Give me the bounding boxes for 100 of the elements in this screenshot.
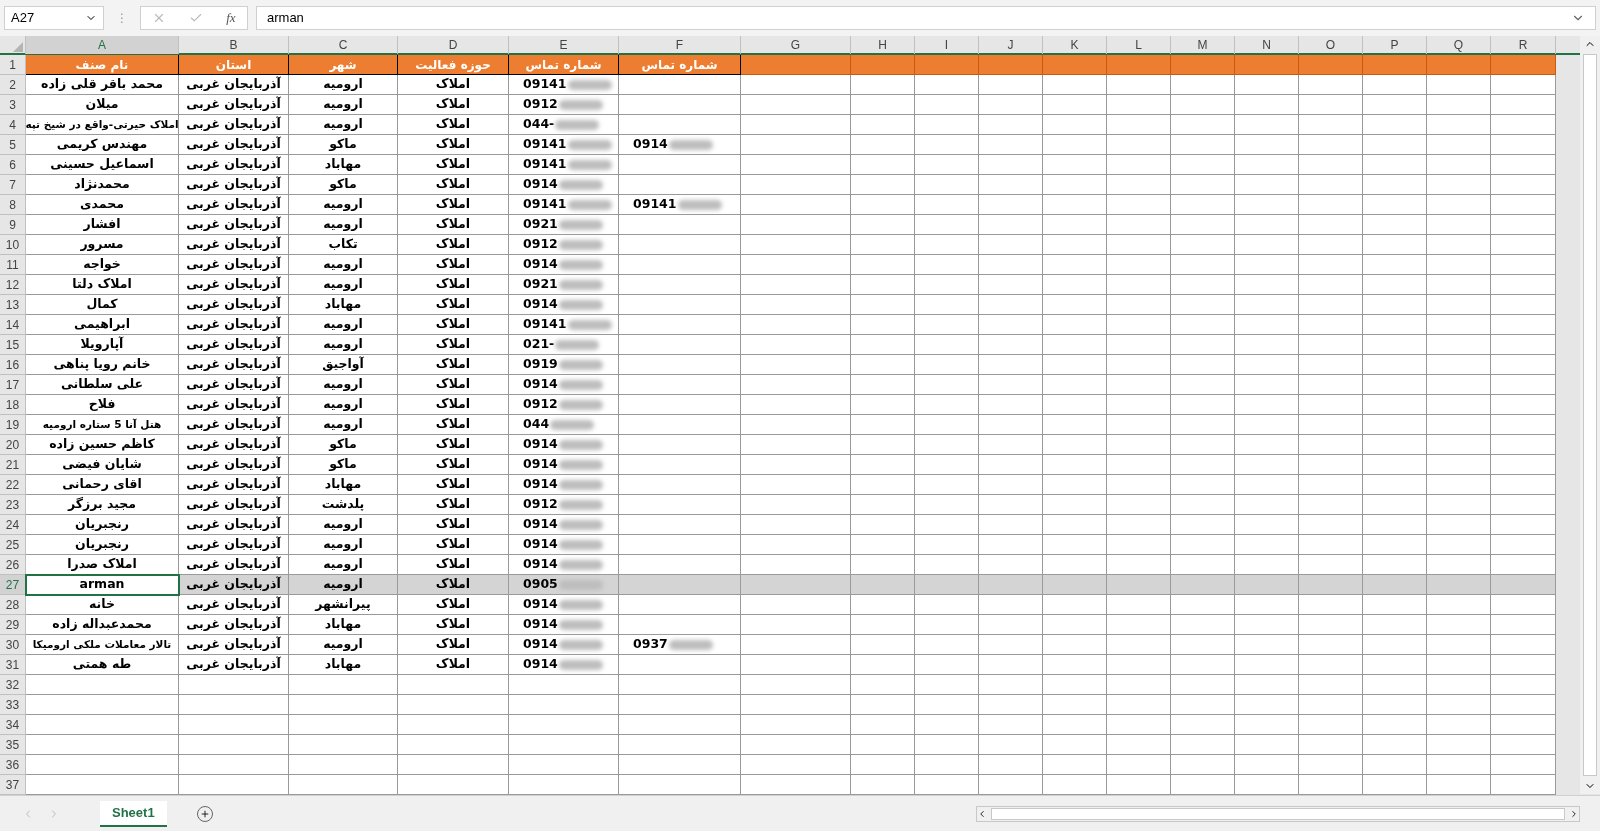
row-header[interactable]: 32: [0, 675, 26, 695]
table-cell: آذربایجان غربی: [186, 198, 281, 211]
table-cell: ارومیه: [323, 638, 363, 651]
row-header[interactable]: 3: [0, 95, 26, 115]
row-header[interactable]: 12: [0, 275, 26, 295]
table-cell: املاک: [435, 498, 471, 511]
row-header[interactable]: 18: [0, 395, 26, 415]
row-header[interactable]: 2: [0, 75, 26, 95]
horizontal-scrollbar[interactable]: [976, 805, 1580, 822]
column-header[interactable]: Q: [1427, 36, 1491, 54]
table-cell: آذربایجان غربی: [186, 278, 281, 291]
column-header[interactable]: D: [398, 36, 509, 54]
scroll-left-icon[interactable]: [977, 808, 987, 819]
column-header[interactable]: N: [1235, 36, 1299, 54]
row-header[interactable]: 22: [0, 475, 26, 495]
table-cell: املاک: [435, 418, 471, 431]
row-header[interactable]: 11: [0, 255, 26, 275]
row-header[interactable]: 10: [0, 235, 26, 255]
formula-field[interactable]: arman: [256, 6, 1596, 30]
column-header[interactable]: I: [915, 36, 979, 54]
row-header[interactable]: 24: [0, 515, 26, 535]
table-cell: مهاباد: [324, 658, 362, 671]
redacted-digits: [558, 239, 603, 250]
column-header[interactable]: K: [1043, 36, 1107, 54]
column-header[interactable]: P: [1363, 36, 1427, 54]
table-cell: محمدنژاد: [74, 178, 130, 191]
table-cell: 0914: [523, 518, 558, 531]
column-header[interactable]: L: [1107, 36, 1171, 54]
table-cell: آذربایجان غربی: [186, 258, 281, 271]
scroll-right-icon[interactable]: [1569, 808, 1579, 819]
redacted-digits: [567, 79, 612, 90]
check-icon[interactable]: [189, 11, 204, 25]
table-cell: آذربایجان غربی: [186, 658, 281, 671]
table-cell: 09141: [523, 158, 567, 171]
column-header[interactable]: B: [179, 36, 289, 54]
table-cell: آذربایجان غربی: [186, 398, 281, 411]
column-header[interactable]: A: [26, 36, 179, 54]
row-header[interactable]: 27: [0, 575, 26, 595]
row-header[interactable]: 28: [0, 595, 26, 615]
table-cell: آذربایجان غربی: [186, 558, 281, 571]
function-button[interactable]: fx: [226, 8, 236, 28]
column-header[interactable]: O: [1299, 36, 1363, 54]
row-header[interactable]: 16: [0, 355, 26, 375]
column-header[interactable]: F: [619, 36, 741, 54]
row-header[interactable]: 31: [0, 655, 26, 675]
sheet-tab[interactable]: Sheet1: [100, 800, 167, 827]
row-header[interactable]: 26: [0, 555, 26, 575]
row-header[interactable]: 35: [0, 735, 26, 755]
table-cell: محمدی: [80, 198, 124, 211]
table-cell: املاک: [435, 518, 471, 531]
row-header[interactable]: 13: [0, 295, 26, 315]
row-header[interactable]: 7: [0, 175, 26, 195]
row-header[interactable]: 30: [0, 635, 26, 655]
row-header[interactable]: 21: [0, 455, 26, 475]
row-header[interactable]: 37: [0, 775, 26, 795]
row-header[interactable]: 14: [0, 315, 26, 335]
column-header[interactable]: J: [979, 36, 1043, 54]
vertical-scrollbar[interactable]: [1580, 36, 1600, 794]
row-header[interactable]: 17: [0, 375, 26, 395]
column-header[interactable]: E: [509, 36, 619, 54]
row-header[interactable]: 20: [0, 435, 26, 455]
row-header[interactable]: 29: [0, 615, 26, 635]
table-cell: املاک: [435, 78, 471, 91]
row-header[interactable]: 23: [0, 495, 26, 515]
row-header[interactable]: 25: [0, 535, 26, 555]
row-header[interactable]: 5: [0, 135, 26, 155]
column-header[interactable]: R: [1491, 36, 1556, 54]
table-cell: اسماعیل حسینی: [50, 158, 154, 171]
column-header[interactable]: M: [1171, 36, 1235, 54]
row-header[interactable]: 34: [0, 715, 26, 735]
redacted-digits: [558, 399, 603, 410]
row-header[interactable]: 36: [0, 755, 26, 775]
redacted-digits: [668, 139, 713, 150]
table-cell: 0912: [523, 398, 558, 411]
table-cell: 0914: [523, 478, 558, 491]
table-cell: آذربایجان غربی: [186, 538, 281, 551]
redacted-digits: [558, 599, 603, 610]
table-cell: آذربایجان غربی: [186, 598, 281, 611]
column-header[interactable]: H: [851, 36, 915, 54]
row-header[interactable]: 15: [0, 335, 26, 355]
row-header[interactable]: 33: [0, 695, 26, 715]
redacted-digits: [558, 219, 603, 230]
row-header[interactable]: 1: [0, 55, 26, 75]
table-cell: ارومیه: [323, 98, 363, 111]
row-header[interactable]: 9: [0, 215, 26, 235]
redacted-digits: [677, 199, 722, 210]
table-cell: آذربایجان غربی: [186, 418, 281, 431]
row-header[interactable]: 4: [0, 115, 26, 135]
name-box[interactable]: A27: [4, 6, 104, 30]
table-cell: arman: [79, 578, 125, 591]
header-fill: [979, 55, 1043, 75]
column-header[interactable]: C: [289, 36, 398, 54]
table-cell: املاک: [435, 298, 471, 311]
column-header[interactable]: G: [741, 36, 851, 54]
table-cell: املاک: [435, 478, 471, 491]
table-cell: 0914: [523, 538, 558, 551]
table-cell: املاک: [435, 358, 471, 371]
row-header[interactable]: 6: [0, 155, 26, 175]
row-header[interactable]: 8: [0, 195, 26, 215]
row-header[interactable]: 19: [0, 415, 26, 435]
